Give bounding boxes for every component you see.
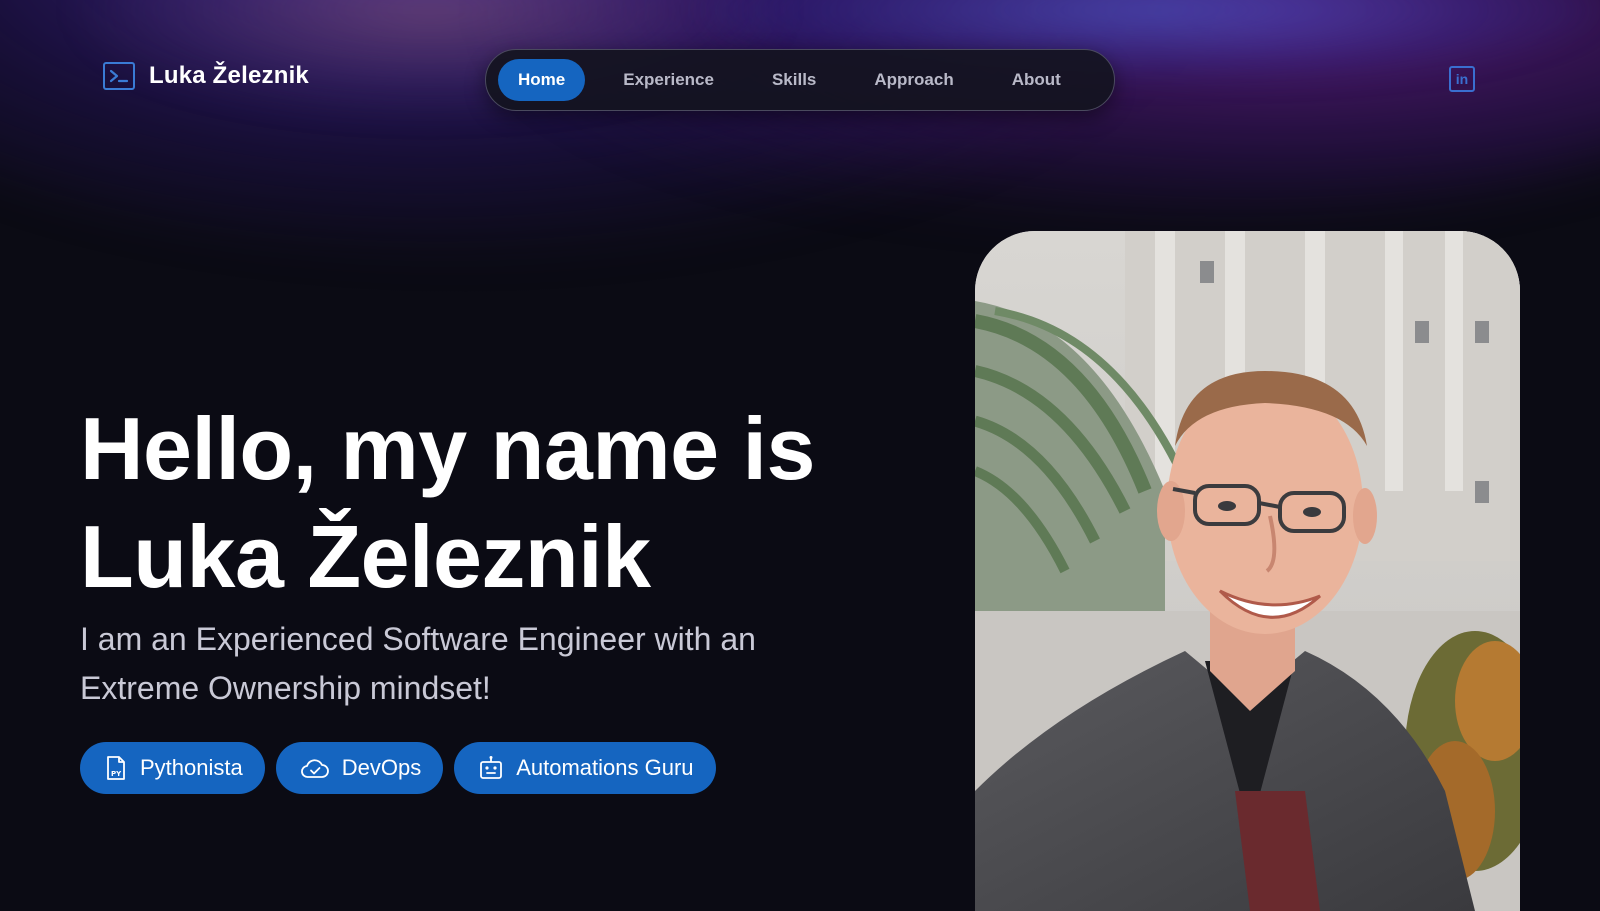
chip-label: DevOps: [341, 755, 422, 780]
linkedin-icon-text: in: [1455, 71, 1469, 87]
chip-automations-guru[interactable]: Automations Guru: [454, 742, 716, 794]
hero-title-line-2: Luka Železnik: [80, 507, 651, 606]
nav-item-skills[interactable]: Skills: [752, 59, 836, 101]
python-file-icon: PY: [107, 756, 125, 780]
robot-icon: [480, 756, 503, 779]
nav-item-experience[interactable]: Experience: [603, 59, 734, 101]
chip-label: Pythonista: [140, 755, 243, 780]
linkedin-icon[interactable]: in: [1449, 66, 1475, 92]
chip-pythonista[interactable]: PY Pythonista: [80, 742, 265, 794]
svg-text:PY: PY: [111, 770, 122, 778]
nav-item-home[interactable]: Home: [498, 59, 586, 101]
terminal-icon: [103, 62, 135, 90]
brand[interactable]: Luka Železnik: [103, 62, 309, 90]
skill-chips: PY Pythonista DevOps Automations Guru: [80, 742, 716, 794]
chip-label: Automations Guru: [516, 755, 694, 780]
cloud-check-icon: [300, 759, 329, 778]
chip-devops[interactable]: DevOps: [275, 742, 444, 794]
brand-name: Luka Železnik: [149, 62, 309, 89]
hero-title: Hello, my name is Luka Železnik: [80, 395, 815, 611]
main-nav: Home Experience Skills Approach About: [485, 49, 1115, 111]
hero-subtitle: I am an Experienced Software Engineer wi…: [80, 621, 756, 706]
nav-item-approach[interactable]: Approach: [854, 59, 973, 101]
hero-title-line-1: Hello, my name is: [80, 399, 815, 498]
nav-item-about[interactable]: About: [992, 59, 1081, 101]
profile-photo: [975, 231, 1520, 911]
